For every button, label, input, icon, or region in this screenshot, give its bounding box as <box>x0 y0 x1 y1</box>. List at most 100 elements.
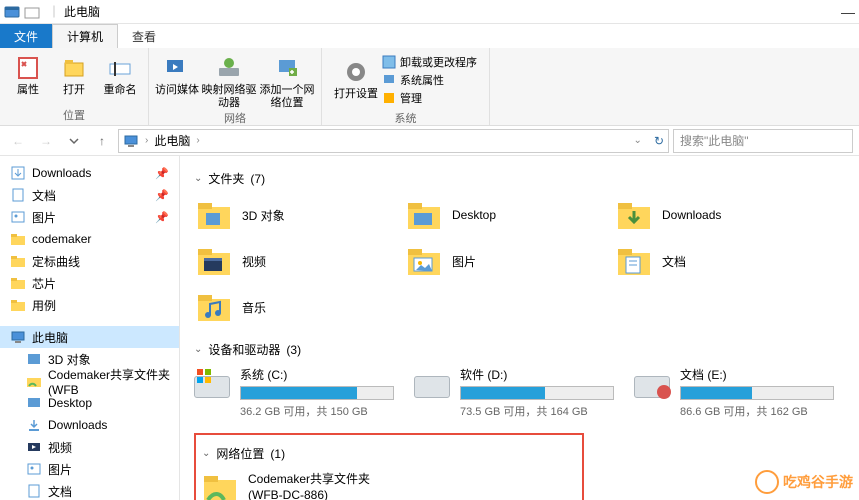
tree-docs[interactable]: 文档📌 <box>0 184 179 206</box>
chevron-down-icon: ⌄ <box>194 173 202 184</box>
tab-file[interactable]: 文件 <box>0 24 52 48</box>
drives-grid: 系统 (C:) 36.2 GB 可用，共 150 GB 软件 (D:) 73.5 GB… <box>194 366 845 419</box>
folder-desktop[interactable]: Desktop <box>404 195 594 235</box>
nav-back-button[interactable]: ← <box>6 129 30 153</box>
tab-computer[interactable]: 计算机 <box>52 24 118 48</box>
section-header-folders[interactable]: ⌄ 文件夹 (7) <box>194 170 845 187</box>
ribbon-rename-button[interactable]: 重命名 <box>98 50 142 107</box>
tree-codemaker[interactable]: codemaker <box>0 228 179 250</box>
chevron-right-icon[interactable]: › <box>145 135 148 146</box>
main-area: Downloads📌 文档📌 图片📌 codemaker 定标曲线 芯片 用例 … <box>0 156 859 500</box>
section-header-devices[interactable]: ⌄ 设备和驱动器 (3) <box>194 341 845 358</box>
drive-item[interactable]: 文档 (E:) 86.6 GB 可用，共 162 GB <box>634 366 834 419</box>
tree-examples[interactable]: 用例 <box>0 294 179 316</box>
ribbon-tabstrip: 文件 计算机 查看 <box>0 24 859 48</box>
qat-folder-icon[interactable] <box>24 4 40 20</box>
ribbon-add-location-button[interactable]: 添加一个网络位置 <box>259 50 315 110</box>
tree-chips[interactable]: 芯片 <box>0 272 179 294</box>
network-highlight-box: ⌄ 网络位置 (1) Codemaker共享文件夹 (WFB-DC-886) <box>194 433 584 500</box>
tree-downloads[interactable]: Downloads📌 <box>0 162 179 184</box>
network-location-item[interactable]: Codemaker共享文件夹 (WFB-DC-886) <box>202 470 402 500</box>
pin-icon: 📌 <box>155 211 169 224</box>
folders-grid: 3D 对象 Desktop Downloads 视频 图片 文档 音乐 <box>194 195 845 327</box>
titlebar: ｜ 此电脑 — <box>0 0 859 24</box>
ribbon-map-drive-button[interactable]: 映射网络驱动器 <box>201 50 257 110</box>
search-placeholder: 搜索"此电脑" <box>680 132 749 149</box>
ribbon-media-button[interactable]: 访问媒体 <box>155 50 199 110</box>
ribbon-group-network-label: 网络 <box>155 110 315 128</box>
watermark-face-icon <box>755 470 779 494</box>
drive-usage-bar <box>680 386 834 400</box>
settings-icon <box>342 58 370 86</box>
ribbon-group-location: 属性 打开 重命名 位置 <box>0 48 149 125</box>
nav-recent-button[interactable] <box>62 129 86 153</box>
thispc-icon <box>123 133 139 149</box>
section-header-network[interactable]: ⌄ 网络位置 (1) <box>202 445 576 462</box>
nav-up-button[interactable]: ↑ <box>90 129 114 153</box>
rename-icon <box>106 54 134 82</box>
tree-thispc[interactable]: 此电脑 <box>0 326 179 348</box>
ribbon-manage-button[interactable]: 管理 <box>382 90 477 106</box>
drive-item[interactable]: 软件 (D:) 73.5 GB 可用，共 164 GB <box>414 366 614 419</box>
drive-item[interactable]: 系统 (C:) 36.2 GB 可用，共 150 GB <box>194 366 394 419</box>
search-box[interactable]: 搜索"此电脑" <box>673 129 853 153</box>
ribbon-uninstall-button[interactable]: 卸载或更改程序 <box>382 54 477 70</box>
refresh-button[interactable]: ↻ <box>654 134 664 148</box>
media-icon <box>163 54 191 82</box>
open-icon <box>60 54 88 82</box>
drive-icon <box>414 366 450 402</box>
folder-video[interactable]: 视频 <box>194 241 384 281</box>
minimize-button[interactable]: — <box>841 4 855 20</box>
ribbon-properties-button[interactable]: 属性 <box>6 50 50 107</box>
tree-codemaker-share[interactable]: Codemaker共享文件夹 (WFB <box>0 370 179 392</box>
add-location-icon <box>273 54 301 82</box>
nav-forward-button[interactable]: → <box>34 129 58 153</box>
drive-usage-bar <box>240 386 394 400</box>
drive-usage-bar <box>460 386 614 400</box>
ribbon-group-system: 打开设置 卸载或更改程序 系统属性 管理 系统 <box>322 48 490 125</box>
chevron-down-icon: ⌄ <box>202 448 210 459</box>
chevron-down-icon: ⌄ <box>194 344 202 355</box>
pin-icon: 📌 <box>155 167 169 180</box>
drive-free-text: 86.6 GB 可用，共 162 GB <box>680 403 834 419</box>
chevron-right-icon[interactable]: › <box>196 135 199 146</box>
drive-name: 软件 (D:) <box>460 366 614 383</box>
drive-name: 文档 (E:) <box>680 366 834 383</box>
titlebar-app-icon <box>4 4 20 20</box>
watermark: 吃鸡谷手游 <box>755 470 853 494</box>
ribbon-group-network: 访问媒体 映射网络驱动器 添加一个网络位置 网络 <box>149 48 322 125</box>
folder-pictures[interactable]: 图片 <box>404 241 594 281</box>
folder-music[interactable]: 音乐 <box>194 287 384 327</box>
content-pane[interactable]: ⌄ 文件夹 (7) 3D 对象 Desktop Downloads 视频 图片 … <box>180 156 859 500</box>
tree-docs2[interactable]: 文档 <box>0 480 179 500</box>
drive-free-text: 36.2 GB 可用，共 150 GB <box>240 403 394 419</box>
breadcrumb-thispc[interactable]: 此电脑 <box>154 132 190 149</box>
drive-icon <box>634 366 670 402</box>
ribbon-sysprops-button[interactable]: 系统属性 <box>382 72 477 88</box>
network-location-name: Codemaker共享文件夹 <box>248 472 370 488</box>
drive-name: 系统 (C:) <box>240 366 394 383</box>
folder-downloads[interactable]: Downloads <box>614 195 804 235</box>
network-location-host: (WFB-DC-886) <box>248 488 370 500</box>
ribbon-open-button[interactable]: 打开 <box>52 50 96 107</box>
properties-icon <box>14 54 42 82</box>
drive-free-text: 73.5 GB 可用，共 164 GB <box>460 403 614 419</box>
tree-video[interactable]: 视频 <box>0 436 179 458</box>
address-box[interactable]: › 此电脑 › ⌄ ↻ <box>118 129 669 153</box>
tree-downloads2[interactable]: Downloads <box>0 414 179 436</box>
map-drive-icon <box>215 54 243 82</box>
ribbon-open-settings-button[interactable]: 打开设置 <box>334 54 378 106</box>
tree-pictures[interactable]: 图片📌 <box>0 206 179 228</box>
addressbar: ← → ↑ › 此电脑 › ⌄ ↻ 搜索"此电脑" <box>0 126 859 156</box>
address-dropdown-icon[interactable]: ⌄ <box>634 135 642 146</box>
tree-pictures2[interactable]: 图片 <box>0 458 179 480</box>
folder-docs[interactable]: 文档 <box>614 241 804 281</box>
tab-view[interactable]: 查看 <box>118 24 170 48</box>
drive-icon <box>194 366 230 402</box>
ribbon-group-location-label: 位置 <box>6 107 142 125</box>
navigation-tree[interactable]: Downloads📌 文档📌 图片📌 codemaker 定标曲线 芯片 用例 … <box>0 156 180 500</box>
window-title: 此电脑 <box>64 3 100 20</box>
folder-3d[interactable]: 3D 对象 <box>194 195 384 235</box>
ribbon-group-system-label: 系统 <box>328 110 483 128</box>
tree-curves[interactable]: 定标曲线 <box>0 250 179 272</box>
